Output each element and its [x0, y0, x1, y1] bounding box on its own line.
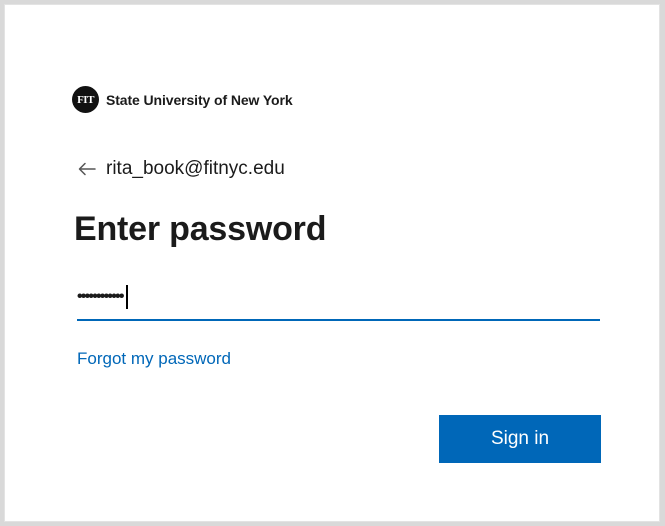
- sign-in-button[interactable]: Sign in: [439, 415, 601, 463]
- sign-in-card: FIT State University of New York rita_bo…: [4, 4, 660, 522]
- brand-logo-text: FIT: [77, 93, 94, 106]
- brand-header: FIT State University of New York: [72, 86, 293, 113]
- password-masked-value: ••••••••••••: [77, 288, 124, 305]
- text-caret: [125, 285, 128, 309]
- password-input[interactable]: ••••••••••••: [77, 275, 600, 321]
- identity-banner: rita_book@fitnyc.edu: [77, 158, 285, 180]
- forgot-password-link[interactable]: Forgot my password: [77, 349, 231, 369]
- account-email: rita_book@fitnyc.edu: [106, 158, 285, 179]
- brand-name: State University of New York: [106, 91, 293, 108]
- page-title: Enter password: [74, 210, 327, 248]
- fit-logo-icon: FIT: [72, 86, 99, 113]
- arrow-left-icon[interactable]: [77, 159, 97, 179]
